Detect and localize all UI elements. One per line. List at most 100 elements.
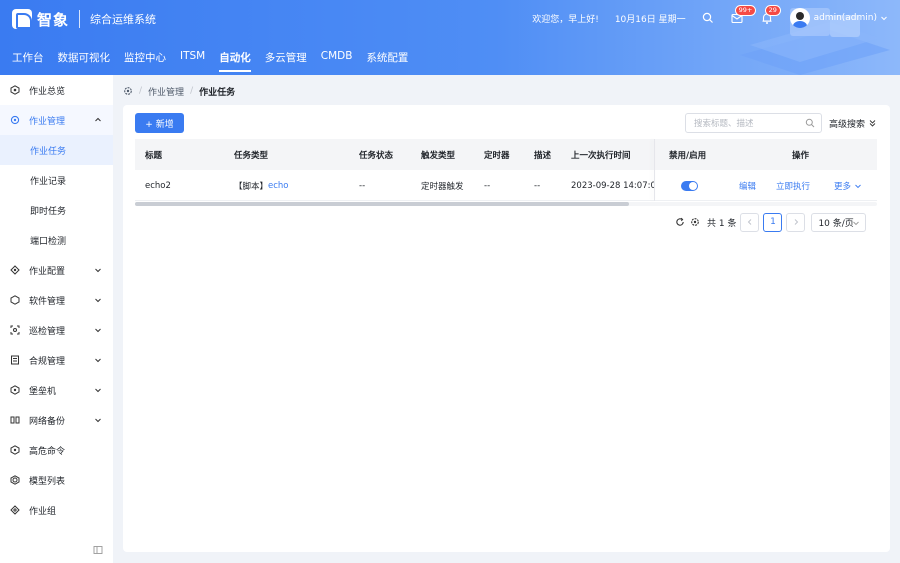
chevron-down-icon[interactable] bbox=[880, 14, 888, 22]
column-header-toggle: 禁用/启用 bbox=[669, 150, 707, 161]
bell-badge: 29 bbox=[764, 5, 781, 16]
sidebar-item-job-group[interactable]: 作业组 bbox=[0, 495, 113, 525]
page-size-value: 10 条/页 bbox=[818, 218, 854, 229]
cell-title: echo2 bbox=[145, 180, 171, 191]
scrollbar-thumb[interactable] bbox=[135, 202, 629, 206]
nav-item-automation[interactable]: 自动化 bbox=[219, 50, 251, 72]
cell-toggle bbox=[681, 170, 698, 201]
sidebar-item-label: 堡垒机 bbox=[29, 386, 57, 397]
more-link[interactable]: 更多 bbox=[834, 170, 862, 201]
sidebar-item-compliance[interactable]: 合规管理 bbox=[0, 345, 113, 375]
sidebar-item-label: 作业总览 bbox=[29, 86, 66, 97]
total-count: 共 1 条 bbox=[707, 218, 737, 229]
brand-logo-icon bbox=[12, 9, 32, 29]
user-name[interactable]: admin(admin) bbox=[814, 13, 877, 23]
top-nav: 工作台 数据可视化 监控中心 ITSM 自动化 多云管理 CMDB 系统配置 bbox=[12, 50, 422, 72]
settings-icon[interactable] bbox=[690, 217, 700, 227]
avatar[interactable] bbox=[789, 8, 810, 28]
cell-timer: -- bbox=[484, 180, 491, 191]
sidebar-item-label: 作业配置 bbox=[29, 266, 66, 277]
nav-item-visualization[interactable]: 数据可视化 bbox=[58, 50, 111, 72]
chevron-down-icon bbox=[95, 358, 101, 363]
breadcrumb: / 作业管理 / 作业任务 bbox=[123, 85, 235, 98]
cell-status: -- bbox=[359, 180, 366, 191]
bastion-icon bbox=[10, 385, 20, 395]
sidebar-item-inspection[interactable]: 巡检管理 bbox=[0, 315, 113, 345]
model-icon bbox=[10, 475, 20, 485]
sidebar-item-label: 高危命令 bbox=[29, 446, 66, 457]
search-icon[interactable] bbox=[702, 12, 714, 24]
search-input[interactable]: 搜索标题、描述 bbox=[685, 113, 822, 133]
cell-type-prefix: 【脚本】 bbox=[234, 181, 269, 192]
software-icon bbox=[10, 295, 20, 305]
nav-item-monitor[interactable]: 监控中心 bbox=[124, 50, 166, 72]
sidebar-item-label: 网络备份 bbox=[29, 416, 66, 427]
sidebar-item-label: 作业管理 bbox=[29, 116, 66, 127]
sidebar-item-job-config[interactable]: 作业配置 bbox=[0, 255, 113, 285]
column-header-timer: 定时器 bbox=[484, 150, 510, 161]
content-card: + 新增 搜索标题、描述 高级搜索 标题 任务类型 任务状态 触发类型 定时器 … bbox=[123, 105, 890, 552]
cell-type: 【脚本】 echo bbox=[234, 170, 289, 201]
sidebar: 作业总览 作业管理 作业任务 作业记录 即时任务 端口检测 作业配置 软件管理 … bbox=[0, 75, 113, 563]
sidebar-subitem-job-task[interactable]: 作业任务 bbox=[0, 135, 113, 165]
collapse-sidebar-icon[interactable] bbox=[93, 545, 103, 555]
next-page-button[interactable] bbox=[786, 212, 806, 232]
nav-item-multicloud[interactable]: 多云管理 bbox=[265, 50, 307, 72]
mail-button[interactable]: 99+ bbox=[730, 5, 757, 25]
notification-button[interactable]: 29 bbox=[760, 5, 781, 25]
pagination: 共 1 条 1 10 条/页 bbox=[675, 212, 867, 232]
more-label: 更多 bbox=[834, 181, 852, 192]
breadcrumb-parent[interactable]: 作业管理 bbox=[148, 85, 184, 98]
sidebar-item-software[interactable]: 软件管理 bbox=[0, 285, 113, 315]
compliance-icon bbox=[11, 355, 19, 365]
refresh-icon[interactable] bbox=[675, 217, 685, 227]
page-number[interactable]: 1 bbox=[763, 212, 783, 232]
sidebar-item-label: 巡检管理 bbox=[29, 326, 66, 337]
sidebar-item-job-overview[interactable]: 作业总览 bbox=[0, 75, 113, 105]
sidebar-subitem-instant-task[interactable]: 即时任务 bbox=[0, 195, 113, 225]
top-header: 智象 综合运维系统 欢迎您，早上好! 10月16日 星期一 99+ 29 adm… bbox=[0, 0, 900, 75]
search-icon[interactable] bbox=[805, 118, 815, 128]
enable-toggle[interactable] bbox=[681, 180, 698, 191]
system-name: 综合运维系统 bbox=[90, 13, 157, 26]
chevron-down-icon bbox=[95, 418, 101, 423]
date-text: 10月16日 星期一 bbox=[614, 14, 686, 25]
chevron-up-icon bbox=[95, 117, 101, 122]
inspect-icon bbox=[10, 325, 20, 335]
header-right: 欢迎您，早上好! 10月16日 星期一 99+ 29 admin(admin) bbox=[532, 5, 888, 28]
backup-icon bbox=[10, 416, 20, 424]
page-size-select[interactable]: 10 条/页 bbox=[811, 212, 867, 232]
prev-page-button[interactable] bbox=[740, 212, 760, 232]
brand-divider bbox=[79, 10, 81, 28]
add-button[interactable]: + 新增 bbox=[135, 113, 184, 133]
edit-link[interactable]: 编辑 bbox=[739, 170, 756, 201]
nav-item-cmdb[interactable]: CMDB bbox=[321, 50, 353, 72]
sidebar-subitem-port-check[interactable]: 端口检测 bbox=[0, 225, 113, 255]
horizontal-scrollbar[interactable] bbox=[135, 202, 877, 206]
nav-item-system-config[interactable]: 系统配置 bbox=[366, 50, 408, 72]
column-header-trigger: 触发类型 bbox=[421, 150, 456, 161]
chevron-down-icon bbox=[95, 388, 101, 393]
greeting: 欢迎您，早上好! bbox=[532, 14, 599, 25]
sidebar-item-model-list[interactable]: 模型列表 bbox=[0, 465, 113, 495]
advanced-search-button[interactable]: 高级搜索 bbox=[829, 117, 877, 130]
run-now-link[interactable]: 立即执行 bbox=[776, 170, 810, 201]
settings-icon[interactable] bbox=[123, 86, 133, 96]
column-header-title: 标题 bbox=[145, 150, 163, 161]
script-link[interactable]: echo bbox=[268, 181, 289, 191]
sidebar-subitem-job-record[interactable]: 作业记录 bbox=[0, 165, 113, 195]
overview-icon bbox=[10, 85, 20, 95]
column-header-desc: 描述 bbox=[534, 150, 552, 161]
nav-item-itsm[interactable]: ITSM bbox=[180, 50, 205, 72]
nav-item-workbench[interactable]: 工作台 bbox=[12, 50, 44, 72]
sidebar-item-job-management[interactable]: 作业管理 bbox=[0, 105, 113, 135]
job-table: 标题 任务类型 任务状态 触发类型 定时器 描述 上一次执行时间 禁用/启用 操… bbox=[135, 139, 877, 201]
sidebar-item-network-backup[interactable]: 网络备份 bbox=[0, 405, 113, 435]
chevron-down-icon bbox=[855, 184, 861, 188]
sidebar-item-label: 模型列表 bbox=[29, 476, 66, 487]
gear-icon bbox=[10, 115, 20, 125]
chevron-right-icon bbox=[794, 219, 799, 225]
danger-icon bbox=[10, 445, 20, 455]
sidebar-item-bastion[interactable]: 堡垒机 bbox=[0, 375, 113, 405]
sidebar-item-danger-command[interactable]: 高危命令 bbox=[0, 435, 113, 465]
